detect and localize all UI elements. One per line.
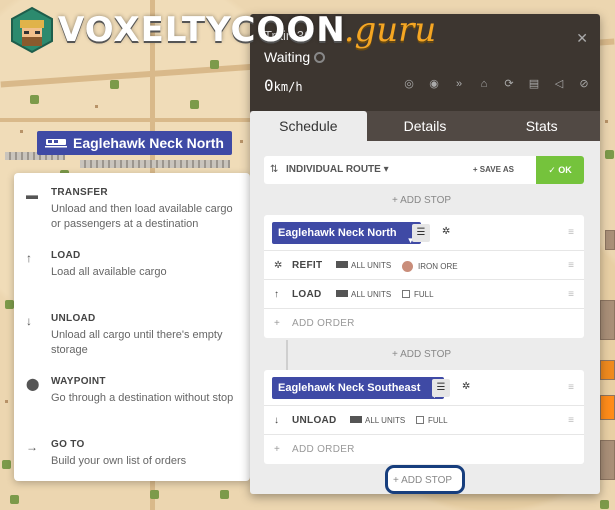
station-label[interactable]: Eaglehawk Neck North [37, 131, 232, 155]
cargo-selector[interactable]: IRON ORE [402, 261, 458, 272]
option-title: UNLOAD [51, 313, 96, 324]
eye-icon[interactable]: ◉ [428, 78, 440, 90]
route-mode-select[interactable]: INDIVIDUAL ROUTE ▾ [286, 164, 389, 175]
target-icon[interactable]: ◎ [403, 78, 415, 90]
drag-handle-icon[interactable]: ≡ [568, 260, 574, 271]
gear-icon[interactable]: ✲ [442, 226, 450, 237]
stop-connector [286, 340, 288, 370]
tab-schedule[interactable]: Schedule [250, 111, 367, 141]
waypoint-icon: ⬤ [26, 377, 40, 391]
stop-header: Eaglehawk Neck Southeast▼ ☰ ✲ ≡ [264, 370, 584, 406]
add-order-button[interactable]: + ADD ORDER [264, 309, 584, 338]
speed-unit: km/h [273, 80, 303, 94]
arrow-up-icon: ↑ [26, 251, 32, 265]
drag-handle-icon[interactable]: ≡ [568, 289, 574, 300]
option-title: WAYPOINT [51, 376, 106, 387]
stop-header: Eaglehawk Neck North ▼ ☰ ✲ ≡ [264, 215, 584, 251]
iron-ore-icon [402, 261, 413, 272]
order-type-menu: ▬ TRANSFER Unload and then load availabl… [14, 173, 250, 481]
stop-menu-button[interactable]: ☰ [432, 379, 450, 397]
window-tabs: Schedule Details Stats [250, 111, 600, 141]
tab-details[interactable]: Details [367, 111, 484, 141]
order-row[interactable]: ↓ UNLOAD ALL UNITS FULL ≡ [264, 406, 584, 435]
tab-stats[interactable]: Stats [483, 111, 600, 141]
order-option-goto[interactable]: → GO TO Build your own list of orders [14, 435, 250, 498]
stop-station-select[interactable]: Eaglehawk Neck North ▼ [272, 222, 421, 245]
order-row[interactable]: ↑ LOAD ALL UNITS FULL ≡ [264, 280, 584, 309]
gear-icon[interactable]: ✲ [462, 381, 470, 392]
speed-readout: 0km/h [264, 76, 303, 95]
units-selector[interactable]: ALL UNITS [336, 261, 391, 270]
option-title: TRANSFER [51, 187, 108, 198]
add-stop-button-highlighted[interactable]: + ADD STOP [393, 475, 452, 486]
option-desc: Unload and then load available cargo or … [51, 203, 233, 230]
arrow-right-icon: → [26, 440, 38, 454]
refresh-icon[interactable]: ⟳ [503, 78, 515, 90]
arrow-down-icon: ↓ [26, 314, 32, 328]
route-mode-bar: ⇅ INDIVIDUAL ROUTE ▾ + SAVE AS ✓ OK [264, 156, 584, 184]
order-option-waypoint[interactable]: ⬤ WAYPOINT Go through a destination with… [14, 372, 250, 435]
transfer-icon: ▬ [26, 188, 38, 202]
arrow-up-icon: ↑ [274, 289, 279, 300]
option-desc: Unload all cargo until there's empty sto… [51, 329, 223, 356]
option-desc: Load all available cargo [51, 266, 167, 278]
order-option-unload[interactable]: ↓ UNLOAD Unload all cargo until there's … [14, 309, 250, 372]
stop-card: Eaglehawk Neck Southeast▼ ☰ ✲ ≡ ↓ UNLOAD… [264, 370, 584, 464]
add-stop-button[interactable]: + ADD STOP [392, 349, 451, 360]
order-option-transfer[interactable]: ▬ TRANSFER Unload and then load availabl… [14, 183, 250, 246]
logo-text: VOXELTYCOON [58, 10, 346, 50]
speed-value: 0 [264, 76, 274, 95]
sell-icon[interactable]: ⊘ [578, 78, 590, 90]
close-icon[interactable]: ✕ [576, 30, 588, 47]
stop-station-select[interactable]: Eaglehawk Neck Southeast▼ [272, 377, 445, 400]
window-toolbar: ◎ ◉ » ⌂ ⟳ ▤ ◁ ⊘ [403, 78, 590, 90]
option-title: GO TO [51, 439, 85, 450]
order-option-load[interactable]: ↑ LOAD Load all available cargo [14, 246, 250, 309]
order-name: LOAD [292, 289, 322, 300]
units-selector[interactable]: ALL UNITS [336, 290, 391, 299]
gear-icon: ✲ [274, 260, 283, 271]
full-checkbox[interactable]: FULL [416, 416, 448, 425]
order-name: UNLOAD [292, 415, 337, 426]
station-label-text: Eaglehawk Neck North [73, 135, 224, 151]
site-logo: VOXELTYCOON .guru [10, 6, 436, 54]
drag-handle-icon[interactable]: ≡ [568, 227, 574, 238]
drag-handle-icon[interactable]: ≡ [568, 382, 574, 393]
sort-icon: ⇅ [270, 164, 279, 175]
add-order-button[interactable]: + ADD ORDER [264, 435, 584, 464]
clipboard-icon[interactable]: ▤ [528, 78, 540, 90]
drag-handle-icon[interactable]: ≡ [568, 415, 574, 426]
stop-card: Eaglehawk Neck North ▼ ☰ ✲ ≡ ✲ REFIT ALL … [264, 215, 584, 338]
option-desc: Build your own list of orders [51, 455, 187, 467]
logo-suffix: .guru [343, 10, 437, 50]
horn-icon[interactable]: ◁ [553, 78, 565, 90]
option-desc: Go through a destination without stop [51, 392, 234, 404]
option-title: LOAD [51, 250, 81, 261]
ok-button[interactable]: ✓ OK [536, 156, 584, 184]
train-window: Train 36 ✕ Waiting 0km/h ◎ ◉ » ⌂ ⟳ ▤ ◁ ⊘… [250, 14, 600, 494]
arrow-down-icon: ↓ [274, 415, 279, 426]
stop-menu-button[interactable]: ☰ [412, 224, 430, 242]
order-name: REFIT [292, 260, 323, 271]
order-row[interactable]: ✲ REFIT ALL UNITS IRON ORE ≡ [264, 251, 584, 280]
logo-badge-icon [11, 6, 53, 54]
units-selector[interactable]: ALL UNITS [350, 416, 405, 425]
depot-icon[interactable]: ⌂ [478, 78, 490, 90]
skip-icon[interactable]: » [453, 78, 465, 90]
add-stop-button[interactable]: + ADD STOP [392, 195, 451, 206]
train-icon [45, 139, 67, 148]
save-as-button[interactable]: + SAVE AS [473, 165, 514, 174]
full-checkbox[interactable]: FULL [402, 290, 434, 299]
